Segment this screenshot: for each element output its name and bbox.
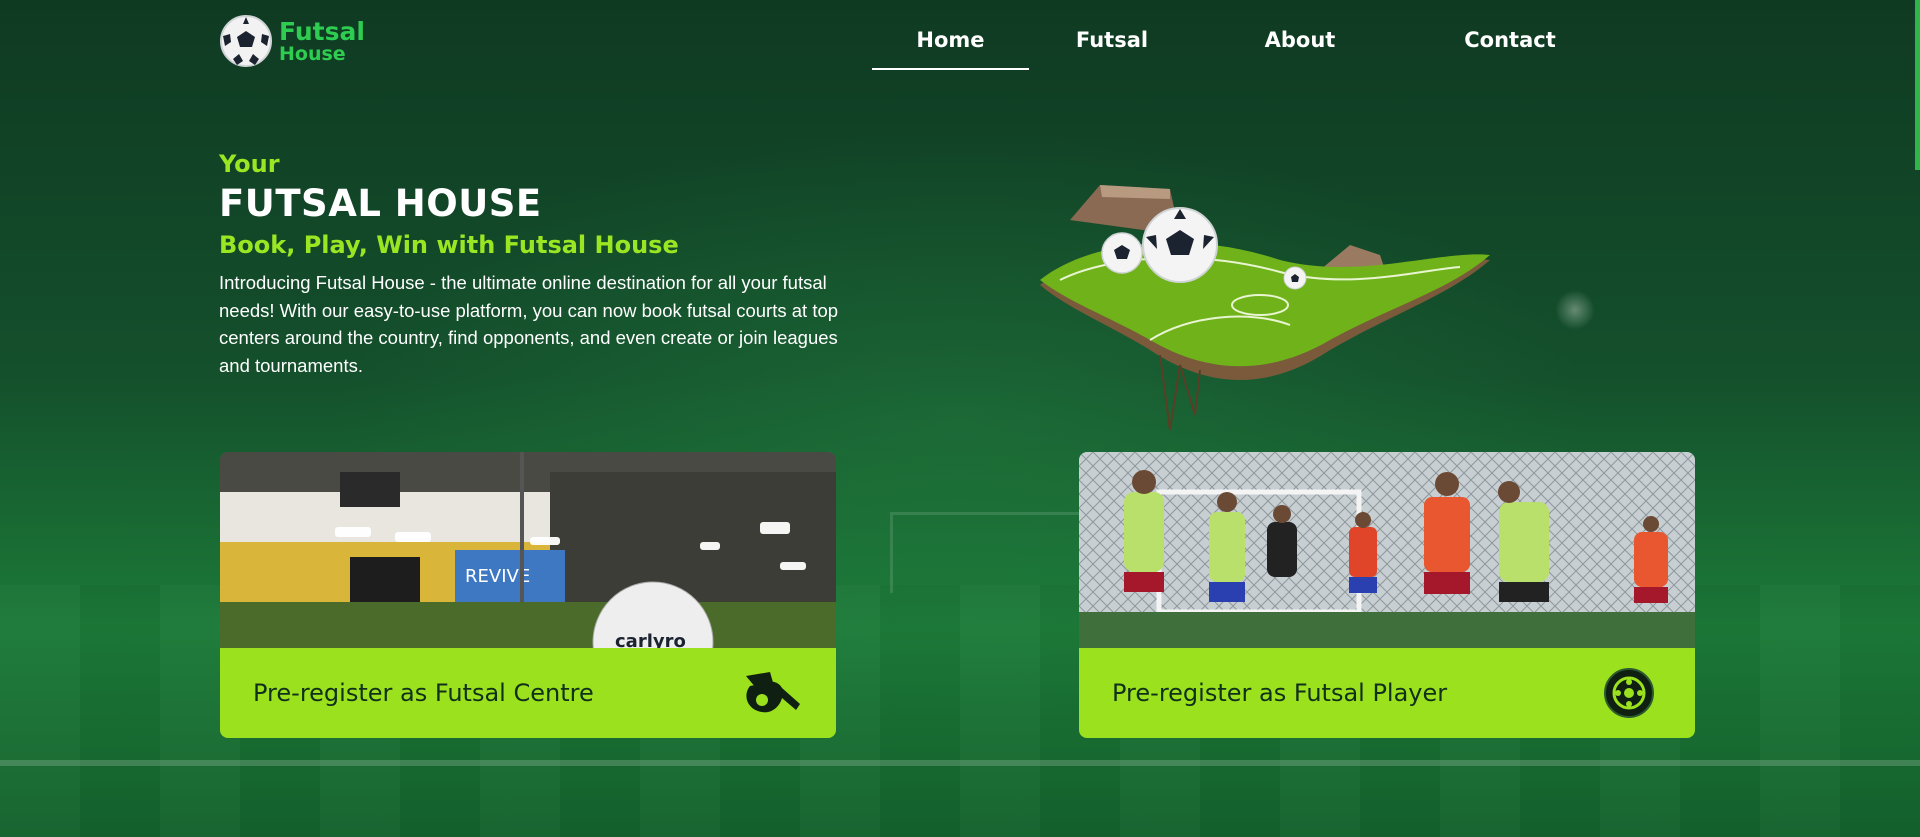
nav-home[interactable]: Home: [872, 28, 1029, 70]
preregister-player-label: Pre-register as Futsal Player: [1112, 679, 1448, 707]
hero-title: FUTSAL HOUSE: [219, 182, 542, 225]
logo[interactable]: Futsal House: [219, 14, 365, 68]
card-bar: Pre-register as Futsal Centre: [220, 648, 836, 738]
nav-about[interactable]: About: [1200, 28, 1400, 70]
floating-pitch-illustration: [1040, 185, 1490, 431]
player-badge-icon: [1604, 668, 1654, 718]
background-goal: [890, 512, 1096, 593]
logo-text: Futsal House: [279, 19, 365, 64]
preregister-centre-label: Pre-register as Futsal Centre: [253, 679, 594, 707]
logo-line-2: House: [279, 42, 346, 65]
preregister-player-card[interactable]: Pre-register as Futsal Player: [1079, 452, 1695, 738]
hero-description: Introducing Futsal House - the ultimate …: [219, 272, 839, 376]
nav-contact[interactable]: Contact: [1400, 28, 1620, 70]
stadium-light: [1555, 290, 1595, 330]
pitch-line: [0, 760, 1920, 766]
players-training-photo: [1079, 452, 1695, 648]
hero-eyebrow: Your: [219, 150, 280, 178]
hero: Your FUTSAL HOUSE Book, Play, Win with F…: [219, 150, 839, 379]
preregister-centre-card[interactable]: REVIVE carlyro Pre-register as Futsal Ce…: [220, 452, 836, 738]
nav-futsal[interactable]: Futsal: [1034, 28, 1190, 70]
logo-line-1: Futsal: [279, 16, 365, 46]
ball-brand-text: carlyro: [615, 631, 686, 648]
hero-tagline: Book, Play, Win with Futsal House: [219, 231, 679, 259]
main-nav: Home Futsal About Contact: [872, 28, 1620, 70]
card-bar: Pre-register as Futsal Player: [1079, 648, 1695, 738]
whistle-icon: [746, 672, 800, 713]
soccer-ball-icon: [220, 15, 272, 67]
scrollbar-thumb[interactable]: [1915, 0, 1920, 170]
futsal-court-photo: REVIVE carlyro: [220, 452, 836, 648]
